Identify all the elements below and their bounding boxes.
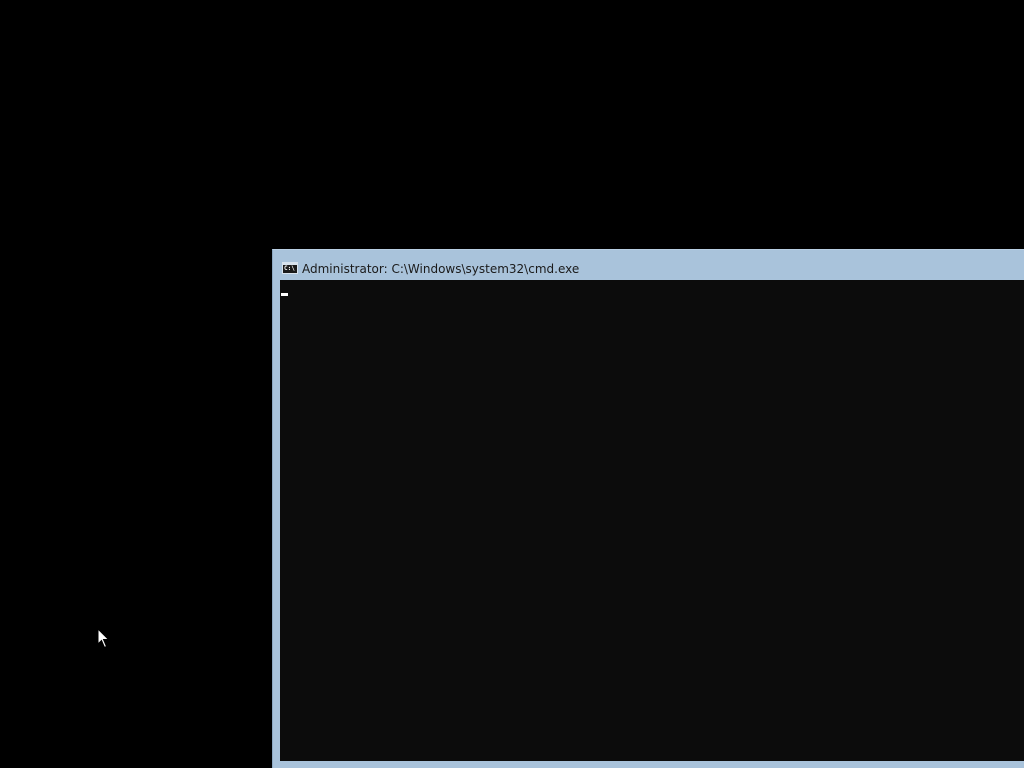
console-icon[interactable]: C:\: [282, 262, 298, 274]
window-title: Administrator: C:\Windows\system32\cmd.e…: [302, 262, 580, 276]
arrow-cursor-icon: [97, 628, 110, 649]
title-bar[interactable]: C:\ Administrator: C:\Windows\system32\c…: [273, 250, 1024, 280]
cmd-window[interactable]: C:\ Administrator: C:\Windows\system32\c…: [272, 249, 1024, 768]
desktop-background: C:\ Administrator: C:\Windows\system32\c…: [0, 0, 1024, 768]
console-output-area[interactable]: [280, 280, 1024, 761]
console-icon-label: C:\: [284, 265, 295, 272]
text-cursor: [281, 293, 288, 296]
